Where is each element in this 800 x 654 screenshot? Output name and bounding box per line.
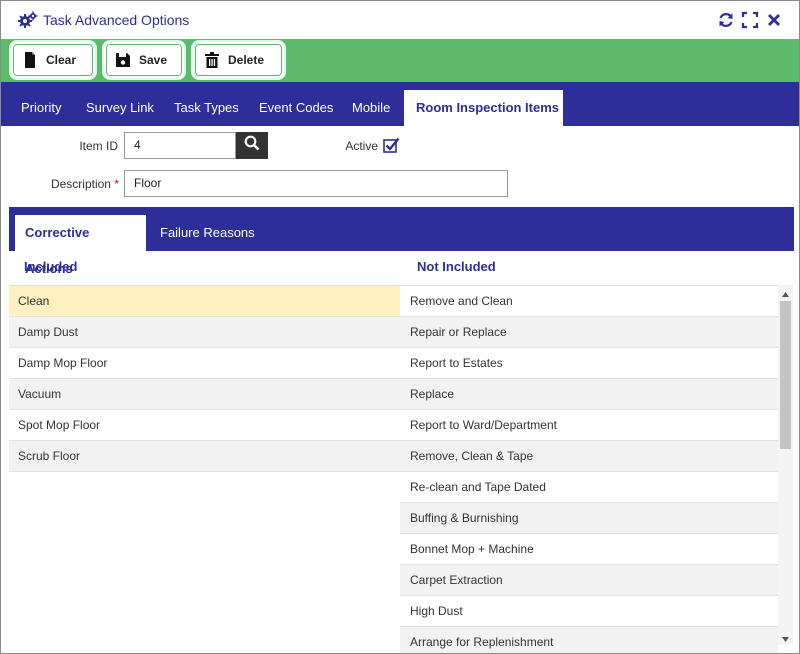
description-label-text: Description <box>50 177 111 191</box>
list-item[interactable]: Carpet Extraction <box>400 565 778 596</box>
list-item[interactable]: Vacuum <box>9 379 400 410</box>
gears-icon <box>18 11 38 29</box>
list-item[interactable]: Repair or Replace <box>400 317 778 348</box>
tab-room-inspection-items[interactable]: Room Inspection Items <box>404 90 563 126</box>
sub-tab-bar: Corrective Actions Failure Reasons <box>9 207 794 276</box>
title-actions <box>717 11 783 29</box>
search-button[interactable] <box>236 132 268 159</box>
list-item[interactable]: Report to Estates <box>400 348 778 379</box>
description-label: Description * <box>21 177 119 191</box>
tab-failure-reasons[interactable]: Failure Reasons <box>150 215 265 251</box>
list-item[interactable]: Damp Mop Floor <box>9 348 400 379</box>
trash-icon <box>204 52 220 68</box>
refresh-icon[interactable] <box>717 11 735 29</box>
active-label: Active <box>345 139 378 153</box>
included-list: Clean Damp Dust Damp Mop Floor Vacuum Sp… <box>9 285 400 653</box>
expand-icon[interactable] <box>741 11 759 29</box>
main-tab-bar: Priority Survey Link Task Types Event Co… <box>1 82 799 126</box>
not-included-list: Remove and Clean Repair or Replace Repor… <box>400 285 778 653</box>
task-advanced-options-window: Task Advanced Options Clear Save Delete … <box>0 0 800 654</box>
required-marker: * <box>114 177 119 191</box>
list-item[interactable]: Re-clean and Tape Dated <box>400 472 778 503</box>
tab-task-types[interactable]: Task Types <box>162 90 251 126</box>
title-bar: Task Advanced Options <box>1 1 799 39</box>
list-item[interactable]: Spot Mop Floor <box>9 410 400 441</box>
clear-button[interactable]: Clear <box>11 42 95 78</box>
save-button[interactable]: Save <box>104 42 184 78</box>
window-title: Task Advanced Options <box>43 12 190 28</box>
list-item[interactable]: High Dust <box>400 596 778 627</box>
tab-survey-link[interactable]: Survey Link <box>74 90 166 126</box>
list-item[interactable]: Remove, Clean & Tape <box>400 441 778 472</box>
scrollbar-thumb[interactable] <box>780 301 791 449</box>
list-item[interactable]: Arrange for Replenishment <box>400 627 778 653</box>
close-icon[interactable] <box>765 11 783 29</box>
file-icon <box>22 52 38 68</box>
list-item[interactable]: Scrub Floor <box>9 441 400 472</box>
tab-corrective-actions[interactable]: Corrective Actions <box>15 215 146 276</box>
tab-mobile[interactable]: Mobile <box>340 90 402 126</box>
tab-event-codes[interactable]: Event Codes <box>247 90 345 126</box>
list-item[interactable]: Buffing & Burnishing <box>400 503 778 534</box>
clear-button-label: Clear <box>46 53 77 67</box>
floppy-disk-icon <box>115 52 131 68</box>
description-input[interactable]: Floor <box>124 170 508 197</box>
list-item[interactable]: Remove and Clean <box>400 286 778 317</box>
search-icon <box>244 135 260 156</box>
list-item[interactable]: Clean <box>9 286 400 317</box>
scroll-down-arrow-icon[interactable] <box>778 631 793 642</box>
active-checkbox[interactable] <box>383 137 400 153</box>
save-button-label: Save <box>139 53 168 67</box>
scroll-up-arrow-icon[interactable] <box>778 287 793 297</box>
included-header: Included <box>24 259 78 274</box>
tab-priority[interactable]: Priority <box>9 90 73 126</box>
item-id-input[interactable]: 4 <box>124 132 236 159</box>
list-item[interactable]: Report to Ward/Department <box>400 410 778 441</box>
list-item[interactable]: Damp Dust <box>9 317 400 348</box>
not-included-scrollbar[interactable] <box>778 285 793 645</box>
delete-button-label: Delete <box>228 53 265 67</box>
delete-button[interactable]: Delete <box>193 42 284 78</box>
list-item[interactable]: Bonnet Mop + Machine <box>400 534 778 565</box>
not-included-header: Not Included <box>417 259 496 274</box>
toolbar: Clear Save Delete <box>1 39 799 82</box>
item-id-label: Item ID <box>79 139 118 153</box>
list-item[interactable]: Replace <box>400 379 778 410</box>
